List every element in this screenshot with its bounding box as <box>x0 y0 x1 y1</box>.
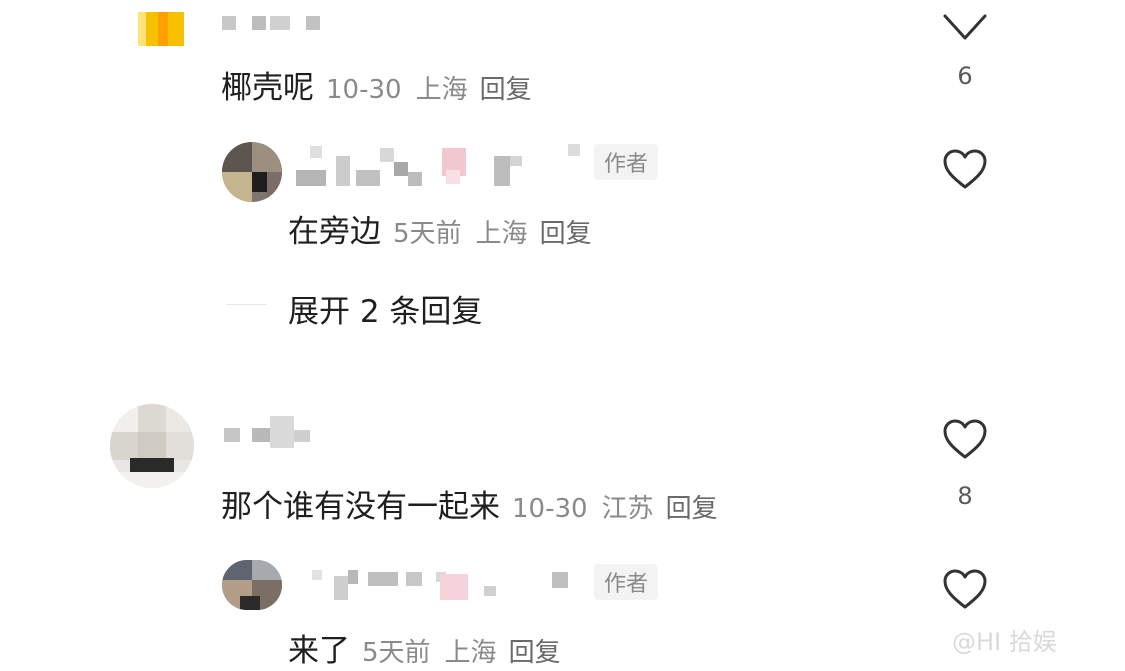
reply-content: 在旁边 <box>288 214 381 250</box>
reply-text: 来了 5天前 上海 回复 <box>288 625 561 670</box>
expand-replies-button[interactable]: 展开 2 条回复 <box>288 286 482 331</box>
comment-content: 那个谁有没有一起来 <box>221 489 500 525</box>
reply-date: 5天前 <box>362 638 431 668</box>
reply-content: 来了 <box>288 633 350 669</box>
reply-text: 在旁边 5天前 上海 回复 <box>288 206 592 251</box>
comment-location: 江苏 <box>601 494 654 524</box>
heart-outline-icon[interactable] <box>942 418 988 460</box>
chevron-down-icon[interactable] <box>942 12 988 42</box>
reply-location: 上海 <box>475 219 528 249</box>
comment-content: 椰壳呢 <box>221 70 314 106</box>
username-blurred[interactable] <box>300 566 580 606</box>
username-blurred[interactable] <box>296 140 596 190</box>
reply-button[interactable]: 回复 <box>480 75 532 105</box>
reply-button[interactable]: 回复 <box>666 494 718 524</box>
heart-outline-icon[interactable] <box>942 568 988 610</box>
heart-outline-icon[interactable] <box>942 148 988 190</box>
like-count: 6 <box>957 62 973 90</box>
avatar[interactable] <box>138 12 184 46</box>
avatar[interactable] <box>110 404 194 488</box>
avatar[interactable] <box>222 560 282 610</box>
author-badge: 作者 <box>594 564 659 600</box>
expand-divider <box>226 304 266 305</box>
reply-button[interactable]: 回复 <box>509 638 561 668</box>
avatar[interactable] <box>222 142 282 202</box>
username-blurred[interactable] <box>222 14 322 34</box>
comment-text: 那个谁有没有一起来 10-30 江苏 回复 <box>221 481 718 526</box>
comment-text: 椰壳呢 10-30 上海 回复 <box>221 62 532 107</box>
like-count: 8 <box>957 482 973 510</box>
username-blurred[interactable] <box>224 416 324 450</box>
reply-date: 5天前 <box>393 219 462 249</box>
reply-button[interactable]: 回复 <box>540 219 592 249</box>
comment-location: 上海 <box>415 75 468 105</box>
comment-date: 10-30 <box>326 75 402 105</box>
watermark-text: @HI 拾娱 <box>952 628 1057 656</box>
comment-date: 10-30 <box>512 494 588 524</box>
author-badge: 作者 <box>594 144 659 180</box>
reply-location: 上海 <box>444 638 497 668</box>
